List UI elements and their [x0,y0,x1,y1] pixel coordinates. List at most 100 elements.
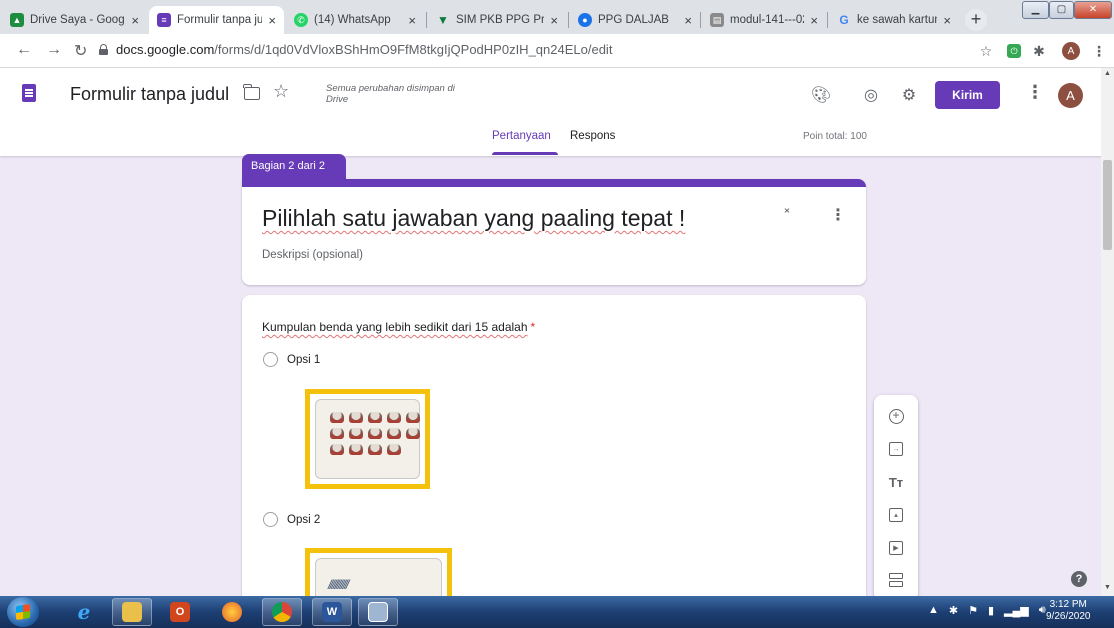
bookmark-star-icon[interactable]: ☆ [977,42,995,60]
option-1-image[interactable] [305,389,430,489]
firefox-taskbar-button[interactable] [212,598,252,626]
browser-tab-google-search[interactable]: G ke sawah kartun - × [829,6,959,34]
google-forms-logo-icon[interactable] [22,84,36,102]
cake-icon [406,412,420,423]
section-description-field[interactable]: Deskripsi (opsional) [262,249,363,261]
more-options-icon[interactable]: ⋮ [1026,82,1044,103]
help-icon[interactable]: ? [1071,571,1087,587]
points-total: Poin total: 100 [803,131,867,142]
tab-separator [568,12,569,28]
file-explorer-taskbar-button[interactable] [112,598,152,626]
close-tab-icon[interactable]: × [550,13,558,28]
browser-tab-forms[interactable]: ≡ Formulir tanpa judu × [149,6,284,34]
add-section-icon[interactable] [887,571,905,589]
system-clock[interactable]: 3:12 PM 9/26/2020 [1046,599,1091,623]
cake-icon [387,412,401,423]
browser-tab-modul[interactable]: ▤ modul-141---027- × [702,6,826,34]
back-icon[interactable]: ← [16,41,32,59]
collapse-section-icon[interactable]: ⌄ ⌃ [781,203,793,221]
option-2[interactable]: Opsi 2 [263,512,320,527]
import-questions-icon[interactable]: → [887,440,905,458]
new-tab-button[interactable]: + [965,9,987,31]
tab-separator [827,12,828,28]
action-center-flag-icon[interactable]: ⚑ [968,604,978,617]
window-icon [368,602,388,622]
browser-tab-sim-pkb[interactable]: ▼ SIM PKB PPG Praja × [428,6,566,34]
settings-gear-icon[interactable]: ⚙ [898,84,920,106]
browser-toolbar: ← → ↻ docs.google.com/forms/d/1qd0VdVlox… [0,34,1114,68]
url-path: /forms/d/1qd0VdVloxBShHmO9FfM8tkgIjQPodH… [214,42,613,57]
star-icon[interactable]: ☆ [273,81,289,102]
network-signal-icon[interactable]: ▂▄▆ [1004,604,1029,617]
preview-eye-icon[interactable]: ◎ [860,84,882,106]
radio-button[interactable] [263,352,278,367]
section-card[interactable]: Pilihlah satu jawaban yang paaling tepat… [242,179,866,285]
whatsapp-icon: ✆ [294,13,308,27]
tab-separator [700,12,701,28]
question-card[interactable]: Kumpulan benda yang lebih sedikit dari 1… [242,295,866,628]
chrome-taskbar-button[interactable] [262,598,302,626]
add-title-icon[interactable]: Tт [887,473,905,491]
scroll-up-icon[interactable]: ▲ [1104,70,1111,77]
add-image-icon[interactable]: ▴ [887,506,905,524]
section-title[interactable]: Pilihlah satu jawaban yang paaling tepat… [262,205,685,232]
scroll-down-icon[interactable]: ▼ [1104,584,1111,591]
reload-icon[interactable]: ↻ [74,41,87,61]
close-tab-icon[interactable]: × [943,13,951,28]
close-tab-icon[interactable]: × [131,13,139,28]
cake-icon [349,444,363,455]
question-title[interactable]: Kumpulan benda yang lebih sedikit dari 1… [262,320,535,334]
question-toolbar: + → Tт ▴ ▶ [874,395,918,601]
volume-icon[interactable]: 🔊︎ [1039,604,1046,617]
browser-tab-drive[interactable]: ▲ Drive Saya - Googl × [2,6,147,34]
browser-tab-ppg-daljab[interactable]: ● PPG DALJAB × [570,6,700,34]
cakes-image [315,399,420,479]
show-hidden-icons-icon[interactable]: ▲ [928,604,939,617]
office-icon: O [170,602,190,622]
forward-icon[interactable]: → [46,41,62,59]
window-preview-taskbar-button[interactable] [358,598,398,626]
minimize-button[interactable]: ▁ [1022,1,1049,19]
add-question-icon[interactable]: + [887,407,905,425]
cake-icon [387,428,401,439]
bluetooth-icon[interactable]: ✱ [949,604,958,617]
close-tab-icon[interactable]: × [684,13,692,28]
start-button[interactable] [7,597,39,627]
word-taskbar-button[interactable]: W [312,598,352,626]
cake-icon [330,444,344,455]
form-title[interactable]: Formulir tanpa judul [70,84,229,105]
close-tab-icon[interactable]: × [408,13,416,28]
clock-date: 9/26/2020 [1046,611,1091,622]
tab-responses[interactable]: Respons [570,130,615,142]
extension-icon[interactable]: ⏻ [1007,44,1021,58]
close-tab-icon[interactable]: × [810,13,818,28]
address-bar[interactable]: docs.google.com/forms/d/1qd0VdVloxBShHmO… [99,42,612,57]
add-video-icon[interactable]: ▶ [887,539,905,557]
radio-button[interactable] [263,512,278,527]
option-1[interactable]: Opsi 1 [263,352,320,367]
google-drive-icon: ▲ [10,13,24,27]
tab-questions[interactable]: Pertanyaan [492,130,551,142]
close-window-button[interactable]: ✕ [1074,1,1112,19]
brush-icons: //////////// [328,577,349,592]
browser-tab-whatsapp[interactable]: ✆ (14) WhatsApp × [286,6,424,34]
cake-icon [349,428,363,439]
account-avatar[interactable]: A [1058,83,1083,108]
customize-theme-icon[interactable]: 🎨︎ [810,84,832,106]
internet-explorer-taskbar-button[interactable]: ℯ [64,598,104,626]
send-button[interactable]: Kirim [935,81,1000,109]
browser-tab-title: modul-141---027- [730,14,804,26]
page-scrollbar[interactable]: ▲ ▼ [1101,68,1114,596]
chrome-icon [272,602,292,622]
move-to-folder-icon[interactable] [243,84,260,100]
outlook-taskbar-button[interactable]: O [160,598,200,626]
chrome-menu-icon[interactable]: ⋮ [1090,42,1108,60]
browser-tab-title: ke sawah kartun - [857,14,937,26]
extensions-puzzle-icon[interactable]: ✱ [1030,42,1048,60]
battery-icon[interactable]: ▮ [988,604,994,617]
close-tab-icon[interactable]: × [268,13,276,28]
maximize-button[interactable]: ▢ [1049,1,1074,19]
scrollbar-thumb[interactable] [1103,160,1112,250]
section-more-icon[interactable]: ⋮ [830,205,846,225]
profile-avatar[interactable]: A [1062,42,1080,60]
